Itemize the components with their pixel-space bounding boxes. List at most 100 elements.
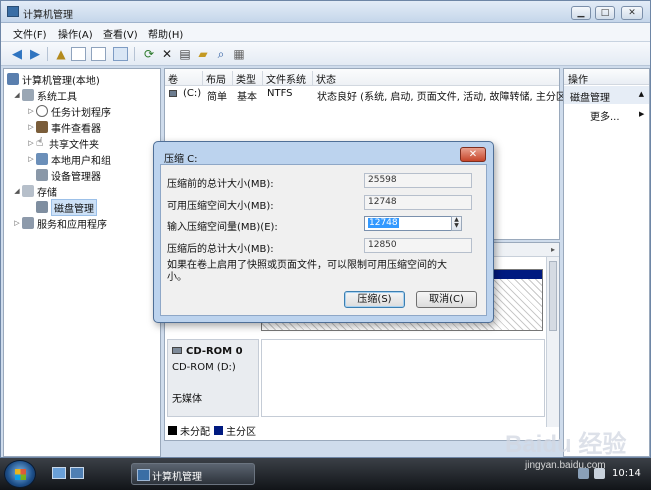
start-button[interactable] xyxy=(4,460,36,488)
legend: 未分配 主分区 xyxy=(168,423,256,438)
menu-bar: 文件(F) 操作(A) 查看(V) 帮助(H) xyxy=(1,23,650,42)
open-folder-icon[interactable]: ▰ xyxy=(195,46,211,62)
column-status[interactable]: 状态 xyxy=(313,71,559,86)
volume-icon[interactable] xyxy=(594,468,605,479)
delete-icon[interactable]: ✕ xyxy=(159,46,175,62)
volume-status: 状态良好 (系统, 启动, 页面文件, 活动, 故障转储, 主分区) xyxy=(317,92,570,103)
scroll-thumb[interactable] xyxy=(549,261,557,331)
window-title: 计算机管理 xyxy=(23,10,73,21)
tree-item-shared-folders[interactable]: ▷ ☝ 共享文件夹 xyxy=(26,135,99,151)
shrink-amount-value: 12748 xyxy=(368,218,399,228)
search-icon[interactable]: ⌕ xyxy=(213,46,229,62)
available-value: 12748 xyxy=(364,195,472,210)
tree-item-device-manager[interactable]: 设备管理器 xyxy=(36,167,101,183)
expand-icon[interactable]: ▷ xyxy=(26,107,36,115)
cdrom-panel[interactable]: CD-ROM 0 CD-ROM (D:) 无媒体 xyxy=(167,339,259,417)
storage-icon xyxy=(22,185,34,197)
collapse-icon[interactable]: ◢ xyxy=(12,187,22,195)
show-hide-action-pane-icon[interactable] xyxy=(113,47,128,61)
more-actions-label: 更多... xyxy=(590,112,620,123)
properties-sheet-icon[interactable]: ▤ xyxy=(177,46,193,62)
tree-item-system-tools[interactable]: ◢ 系统工具 xyxy=(12,87,77,103)
legend-primary: 主分区 xyxy=(226,427,256,438)
expand-icon[interactable]: ▷ xyxy=(26,123,36,131)
taskbar-item-label: 计算机管理 xyxy=(152,472,202,483)
cancel-button[interactable]: 取消(C) xyxy=(416,291,477,308)
actions-header: 操作 xyxy=(564,69,649,86)
volume-list-header: 卷 布局 类型 文件系统 状态 xyxy=(165,69,559,86)
column-filesystem[interactable]: 文件系统 xyxy=(263,71,313,86)
disk-icon xyxy=(36,201,48,213)
clock-icon xyxy=(36,105,48,117)
tree-item-services[interactable]: ▷ 服务和应用程序 xyxy=(12,215,107,231)
total-after-value: 12850 xyxy=(364,238,472,253)
collapse-up-icon[interactable]: ▲ xyxy=(639,90,644,98)
tree-label-system-tools: 系统工具 xyxy=(37,91,77,103)
tree-item-event-viewer[interactable]: ▷ 事件查看器 xyxy=(26,119,101,135)
tree-item-task-scheduler[interactable]: ▷ 任务计划程序 xyxy=(26,103,111,119)
volume-layout: 简单 xyxy=(207,92,227,103)
shrink-dialog: 压缩 C: ✕ 压缩前的总计大小(MB): 25598 可用压缩空间大小(MB)… xyxy=(153,141,494,323)
close-button[interactable]: ✕ xyxy=(621,6,643,20)
show-hide-tree-icon[interactable] xyxy=(71,47,86,61)
shrink-amount-input[interactable]: 12748 ▲ ▼ xyxy=(364,216,462,231)
navigation-tree: 计算机管理(本地) ◢ 系统工具 ▷ 任务计划程序 ▷ 事件查看器 ▷ ☝ 共享… xyxy=(3,68,161,457)
dialog-note: 如果在卷上启用了快照或页面文件，可以限制可用压缩空间的大小。 xyxy=(167,260,447,283)
submenu-arrow-icon[interactable]: ▶ xyxy=(639,110,644,118)
network-icon[interactable] xyxy=(578,468,589,479)
more-actions[interactable]: 更多... xyxy=(590,108,620,123)
switch-windows-icon[interactable] xyxy=(70,467,84,479)
expand-icon[interactable]: ▷ xyxy=(12,219,22,227)
clock[interactable]: 10:14 xyxy=(612,468,641,479)
hand-cursor-icon: ☝ xyxy=(36,136,46,149)
legend-primary-swatch xyxy=(214,426,223,435)
forward-arrow-icon[interactable]: ▶ xyxy=(27,46,43,62)
tree-item-local-users[interactable]: ▷ 本地用户和组 xyxy=(26,151,111,167)
taskbar-item-computer-management[interactable]: 计算机管理 xyxy=(131,463,255,485)
refresh-icon[interactable]: ⟳ xyxy=(141,46,157,62)
tree-label-root: 计算机管理(本地) xyxy=(22,75,100,87)
column-volume[interactable]: 卷 xyxy=(165,71,203,86)
tree-item-root[interactable]: 计算机管理(本地) xyxy=(7,71,100,87)
collapse-icon[interactable]: ◢ xyxy=(12,91,22,99)
menu-action[interactable]: 操作(A) xyxy=(58,26,93,41)
cdrom-volume-area[interactable] xyxy=(261,339,545,417)
help-icon[interactable]: ▦ xyxy=(231,46,247,62)
expand-icon[interactable]: ▷ xyxy=(26,139,36,147)
cdrom-icon xyxy=(172,347,182,354)
up-folder-icon[interactable]: ▲ xyxy=(53,46,69,62)
cdrom-title: CD-ROM 0 xyxy=(172,346,243,357)
dialog-close-button[interactable]: ✕ xyxy=(460,147,486,162)
title-bar[interactable]: 计算机管理 ▁ □ ✕ xyxy=(1,1,650,23)
maximize-button[interactable]: □ xyxy=(595,6,615,20)
tree-label-local-users: 本地用户和组 xyxy=(51,155,111,167)
show-desktop-icon[interactable] xyxy=(52,467,66,479)
tree-item-disk-management[interactable]: 磁盘管理 xyxy=(36,198,97,216)
actions-section[interactable]: 磁盘管理 ▲ xyxy=(564,86,649,104)
tree-label-disk-management: 磁盘管理 xyxy=(51,198,97,216)
computer-icon xyxy=(7,73,19,85)
menu-view[interactable]: 查看(V) xyxy=(103,26,138,41)
column-type[interactable]: 类型 xyxy=(233,71,263,86)
cdrom-drive: CD-ROM (D:) xyxy=(172,362,236,373)
legend-unallocated-swatch xyxy=(168,426,177,435)
vertical-scrollbar[interactable] xyxy=(546,257,559,427)
tree-item-storage[interactable]: ◢ 存储 xyxy=(12,183,57,199)
toolbar: ◀ ▶ ▲ ⟳ ✕ ▤ ▰ ⌕ ▦ xyxy=(1,42,650,66)
spin-buttons[interactable]: ▲ ▼ xyxy=(451,216,462,231)
scroll-right-icon[interactable]: ▸ xyxy=(551,245,555,254)
menu-file[interactable]: 文件(F) xyxy=(13,26,47,41)
tree-label-shared-folders: 共享文件夹 xyxy=(49,139,99,151)
column-layout[interactable]: 布局 xyxy=(203,71,233,86)
tree-label-task-scheduler: 任务计划程序 xyxy=(51,107,111,119)
total-before-value: 25598 xyxy=(364,173,472,188)
minimize-button[interactable]: ▁ xyxy=(571,6,591,20)
menu-help[interactable]: 帮助(H) xyxy=(148,26,183,41)
expand-icon[interactable]: ▷ xyxy=(26,155,36,163)
dialog-body: 压缩前的总计大小(MB): 25598 可用压缩空间大小(MB): 12748 … xyxy=(160,164,487,316)
tree-label-storage: 存储 xyxy=(37,187,57,199)
back-arrow-icon[interactable]: ◀ xyxy=(9,46,25,62)
shrink-button[interactable]: 压缩(S) xyxy=(344,291,405,308)
volume-filesystem: NTFS xyxy=(267,88,293,99)
properties-icon[interactable] xyxy=(91,47,106,61)
